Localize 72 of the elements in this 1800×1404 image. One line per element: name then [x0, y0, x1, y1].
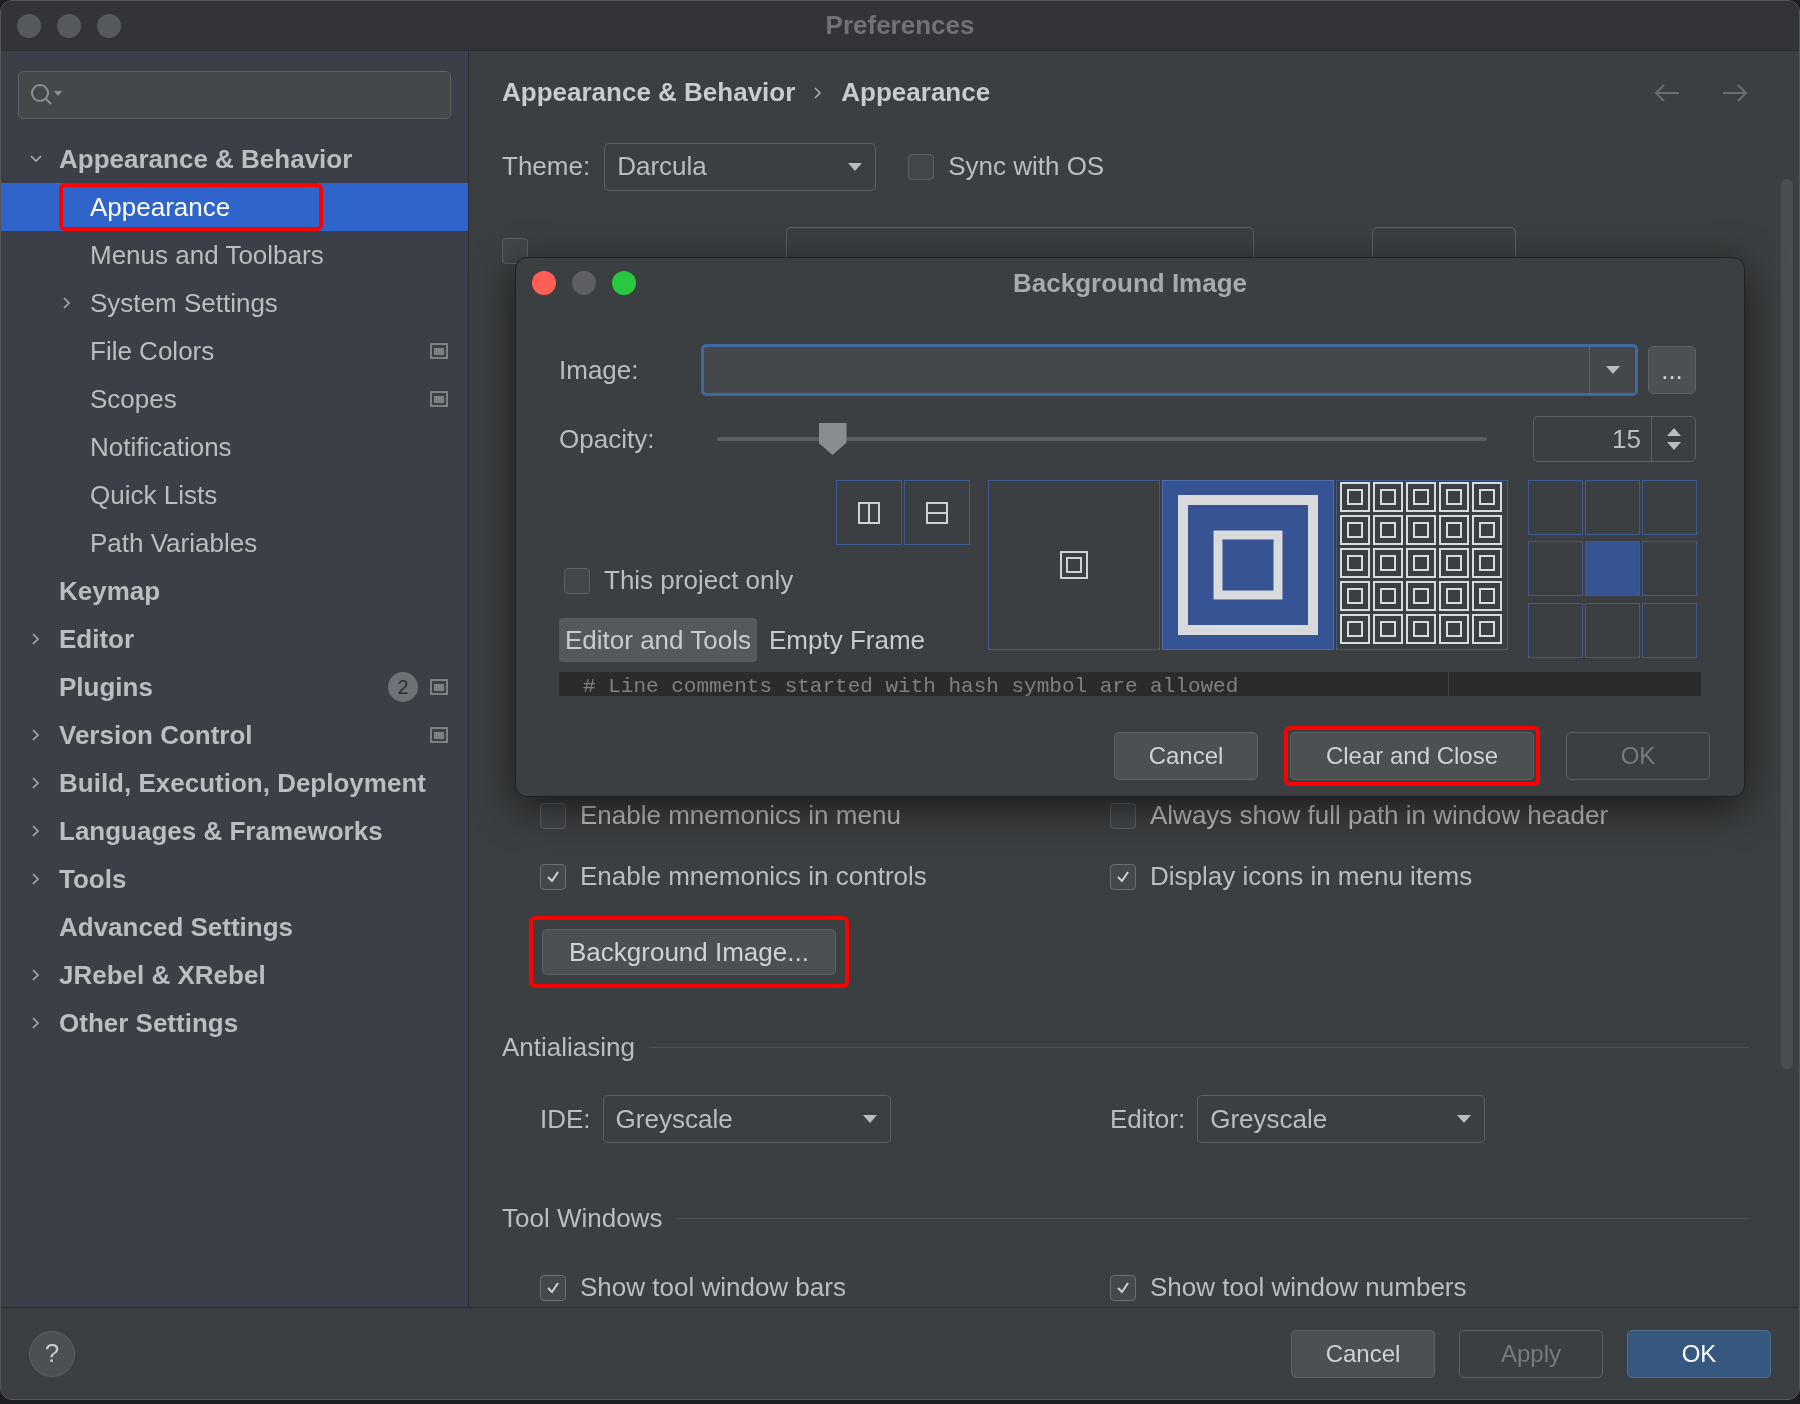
tree-item-label[interactable]: Tools: [59, 859, 127, 899]
section-title: Antialiasing: [502, 1031, 635, 1064]
dialog-button[interactable]: OK: [1627, 1329, 1771, 1378]
image-label: Image:: [559, 353, 640, 387]
tree-item-label[interactable]: Plugins: [59, 667, 153, 707]
dialog-title: Background Image: [1012, 266, 1248, 300]
dialog-button[interactable]: Cancel: [1114, 732, 1258, 780]
theme-label: Theme:: [502, 150, 591, 184]
tree-item-label[interactable]: Quick Lists: [90, 475, 218, 515]
tree-item-label[interactable]: Build, Execution, Deployment: [59, 763, 426, 803]
theme-dropdown[interactable]: Darcula: [604, 142, 877, 191]
tree-item[interactable]: Tools: [1, 855, 468, 903]
checkbox-label: Show tool window bars: [580, 1271, 846, 1304]
help-button[interactable]: ?: [29, 1330, 75, 1377]
breadcrumb-item: Appearance & Behavior: [502, 76, 796, 110]
tree-item-label[interactable]: System Settings: [90, 283, 278, 323]
tree-item-label[interactable]: Keymap: [59, 571, 161, 611]
checkbox-label: Display icons in menu items: [1150, 860, 1473, 893]
tab[interactable]: Empty Frame: [763, 618, 931, 662]
browse-button[interactable]: ...: [1648, 346, 1696, 394]
checkbox-label: Enable mnemonics in controls: [580, 860, 927, 893]
tree-item[interactable]: System Settings: [1, 279, 468, 327]
tree-item[interactable]: Build, Execution, Deployment: [1, 759, 468, 807]
tree-item[interactable]: Appearance: [1, 183, 468, 231]
section-title: Tool Windows: [502, 1202, 663, 1235]
opacity-spinner[interactable]: 15: [1533, 416, 1696, 462]
count-badge: 2: [388, 672, 418, 702]
background-image-button[interactable]: Background Image...: [542, 929, 836, 975]
tree-item[interactable]: Advanced Settings: [1, 903, 468, 951]
tree-item[interactable]: JRebel & XRebel: [1, 951, 468, 999]
tree-item-label[interactable]: Scopes: [90, 379, 177, 419]
tree-item-label[interactable]: Advanced Settings: [59, 907, 294, 947]
dialog-button[interactable]: Cancel: [1291, 1329, 1435, 1378]
opacity-label: Opacity:: [559, 422, 656, 456]
tree-item-label[interactable]: Notifications: [90, 427, 232, 467]
checkbox-label: Sync with OS: [948, 150, 1105, 184]
checkbox-label: Show tool window numbers: [1150, 1271, 1467, 1304]
tree-item[interactable]: File Colors: [1, 327, 468, 375]
tree-item[interactable]: Quick Lists: [1, 471, 468, 519]
preview-code: # Line comments started with hash symbol are allowed: [559, 672, 1449, 696]
tree-item-label[interactable]: File Colors: [90, 331, 215, 371]
checkbox-label: Always show full path in window header: [1150, 799, 1609, 832]
editor-dropdown[interactable]: Greyscale: [1197, 1095, 1486, 1143]
dialog-button[interactable]: Clear and Close: [1290, 732, 1534, 780]
window-title: Preferences: [825, 9, 975, 42]
tree-item-label[interactable]: JRebel & XRebel: [59, 955, 266, 995]
tree-item-label[interactable]: Editor: [59, 619, 135, 659]
tree-item[interactable]: Keymap: [1, 567, 468, 615]
checkbox-label: Enable mnemonics in menu: [580, 799, 901, 832]
checkbox-label: This project only: [604, 564, 794, 597]
tree-item-label[interactable]: Menus and Toolbars: [90, 235, 324, 275]
tree-item-label[interactable]: Path Variables: [90, 523, 258, 563]
tree-item[interactable]: Version Control: [1, 711, 468, 759]
breadcrumb-item: Appearance: [841, 76, 991, 110]
tree-item[interactable]: Notifications: [1, 423, 468, 471]
tree-item[interactable]: Appearance & Behavior: [1, 135, 468, 183]
tree-item[interactable]: Scopes: [1, 375, 468, 423]
tree-item[interactable]: Menus and Toolbars: [1, 231, 468, 279]
tree-item-label[interactable]: Version Control: [59, 715, 253, 755]
tree-item-label[interactable]: Appearance & Behavior: [59, 139, 353, 179]
tree-item[interactable]: Path Variables: [1, 519, 468, 567]
ide-label: IDE:: [540, 1102, 591, 1136]
tree-item[interactable]: Editor: [1, 615, 468, 663]
tree-item[interactable]: Other Settings: [1, 999, 468, 1047]
tree-item-label[interactable]: Other Settings: [59, 1003, 239, 1043]
tree-item[interactable]: Languages & Frameworks: [1, 807, 468, 855]
tree-item-label[interactable]: Appearance: [90, 187, 231, 227]
tree-item-label[interactable]: Languages & Frameworks: [59, 811, 383, 851]
editor-label: Editor:: [1110, 1102, 1186, 1136]
tree-item[interactable]: Plugins 2: [1, 663, 468, 711]
tab[interactable]: Editor and Tools: [559, 618, 757, 662]
ide-dropdown[interactable]: Greyscale: [602, 1095, 891, 1143]
